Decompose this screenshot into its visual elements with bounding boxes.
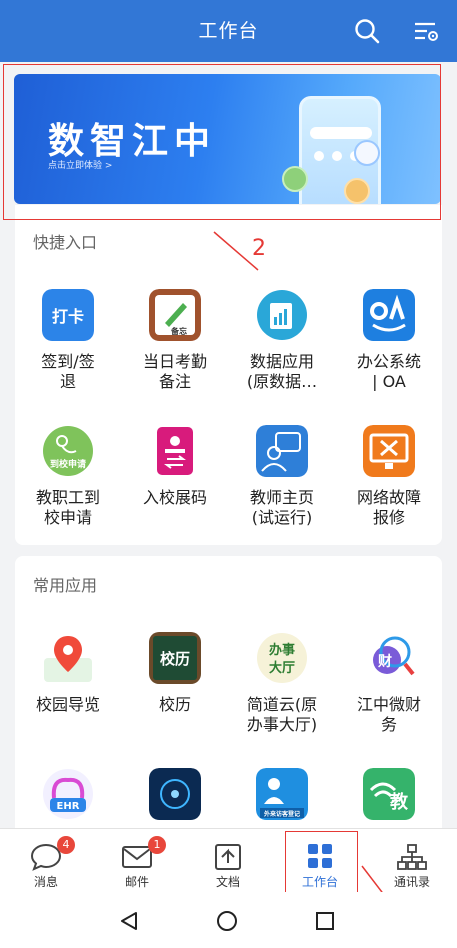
recents-icon[interactable] bbox=[314, 910, 336, 932]
app-label: 教师主页 (试运行) bbox=[249, 488, 314, 527]
app-label: 教职工到 校申请 bbox=[35, 488, 100, 527]
finance-icon: 财 bbox=[363, 632, 415, 684]
visitor-register-icon: 外来访客登记 bbox=[256, 768, 308, 820]
annotation-arrow-2 bbox=[213, 231, 259, 271]
app-label: 校园导览 bbox=[35, 695, 100, 714]
svg-text:打卡: 打卡 bbox=[52, 307, 84, 326]
tab-messages[interactable]: 4 消息 bbox=[6, 829, 86, 893]
app-label: 当日考勤 备注 bbox=[142, 352, 207, 391]
entry-code-icon bbox=[149, 425, 201, 477]
clock-in-icon: 打卡 bbox=[42, 289, 94, 341]
common-app-6[interactable] bbox=[122, 768, 228, 820]
tech-icon bbox=[149, 768, 201, 820]
tab-label: 消息 bbox=[33, 875, 58, 889]
banner-highlight-box bbox=[3, 64, 441, 220]
messages-badge: 4 bbox=[57, 836, 75, 854]
page-title: 工作台 bbox=[198, 20, 259, 42]
svg-text:大厅: 大厅 bbox=[269, 660, 295, 676]
common-app-2[interactable]: 校历 校历 bbox=[122, 632, 228, 715]
app-label: 简道云(原 办事大厅) bbox=[246, 695, 318, 734]
common-app-1[interactable]: 校园导览 bbox=[15, 632, 121, 715]
quick-app-3[interactable]: 数据应用 (原数据… bbox=[229, 289, 335, 392]
app-label: 入校展码 bbox=[142, 488, 207, 507]
document-icon bbox=[215, 844, 241, 870]
data-report-icon bbox=[256, 289, 308, 341]
campus-entry-icon: 到校申请 bbox=[42, 425, 94, 477]
network-repair-icon bbox=[363, 425, 415, 477]
svg-text:备忘: 备忘 bbox=[170, 326, 187, 336]
common-app-5[interactable]: EHR bbox=[15, 768, 121, 820]
common-app-8[interactable]: 教 bbox=[336, 768, 442, 820]
ehr-icon: EHR bbox=[42, 768, 94, 820]
app-label: 网络故障 报修 bbox=[356, 488, 421, 527]
svg-text:教: 教 bbox=[390, 791, 409, 813]
settings-filter-icon[interactable] bbox=[411, 16, 441, 46]
svg-text:EHR: EHR bbox=[57, 801, 80, 812]
service-hall-icon: 办事 大厅 bbox=[256, 632, 308, 684]
common-app-3[interactable]: 办事大厅简道云(原 办事大厅) bbox=[229, 632, 335, 735]
quick-app-1[interactable]: 打卡签到/签 退 bbox=[15, 289, 121, 392]
svg-text:财: 财 bbox=[377, 653, 392, 670]
workbench-highlight-box bbox=[285, 831, 358, 893]
common-apps-title: 常用应用 bbox=[33, 576, 98, 595]
svg-text:校历: 校历 bbox=[160, 650, 190, 668]
quick-app-7[interactable]: 教师主页 (试运行) bbox=[229, 425, 335, 528]
app-label: 办公系统 | OA bbox=[356, 352, 421, 391]
svg-text:办事: 办事 bbox=[269, 642, 295, 658]
quick-app-5[interactable]: 到校申请教职工到 校申请 bbox=[15, 425, 121, 528]
mail-badge: 1 bbox=[148, 836, 166, 854]
home-icon[interactable] bbox=[216, 910, 238, 932]
quick-app-8[interactable]: 网络故障 报修 bbox=[336, 425, 442, 528]
app-header: 工作台 bbox=[0, 0, 457, 62]
tab-label: 邮件 bbox=[124, 875, 149, 889]
app-label: 数据应用 (原数据… bbox=[246, 352, 318, 391]
tab-documents[interactable]: 文档 bbox=[188, 829, 268, 893]
quick-access-title: 快捷入口 bbox=[33, 233, 98, 252]
quick-app-4[interactable]: 办公系统 | OA bbox=[336, 289, 442, 392]
back-icon[interactable] bbox=[118, 910, 140, 932]
tab-label: 文档 bbox=[215, 875, 240, 889]
oa-icon bbox=[363, 289, 415, 341]
teacher-home-icon bbox=[256, 425, 308, 477]
svg-text:外来访客登记: 外来访客登记 bbox=[263, 810, 300, 818]
common-app-7[interactable]: 外来访客登记 bbox=[229, 768, 335, 820]
org-chart-icon bbox=[397, 844, 427, 870]
calendar-board-icon: 校历 bbox=[149, 632, 201, 684]
app-label: 校历 bbox=[158, 695, 191, 714]
quick-app-6[interactable]: 入校展码 bbox=[122, 425, 228, 508]
memo-icon: 备忘 bbox=[149, 289, 201, 341]
common-app-4[interactable]: 财江中微财 务 bbox=[336, 632, 442, 735]
app-label: 签到/签 退 bbox=[41, 352, 95, 391]
system-navigation-bar bbox=[0, 892, 457, 948]
tab-mail[interactable]: 1 邮件 bbox=[97, 829, 177, 893]
education-icon: 教 bbox=[363, 768, 415, 820]
search-icon[interactable] bbox=[352, 16, 382, 46]
app-label: 江中微财 务 bbox=[356, 695, 421, 734]
map-pin-icon bbox=[42, 632, 94, 684]
svg-text:到校申请: 到校申请 bbox=[50, 458, 86, 470]
quick-app-2[interactable]: 备忘当日考勤 备注 bbox=[122, 289, 228, 392]
